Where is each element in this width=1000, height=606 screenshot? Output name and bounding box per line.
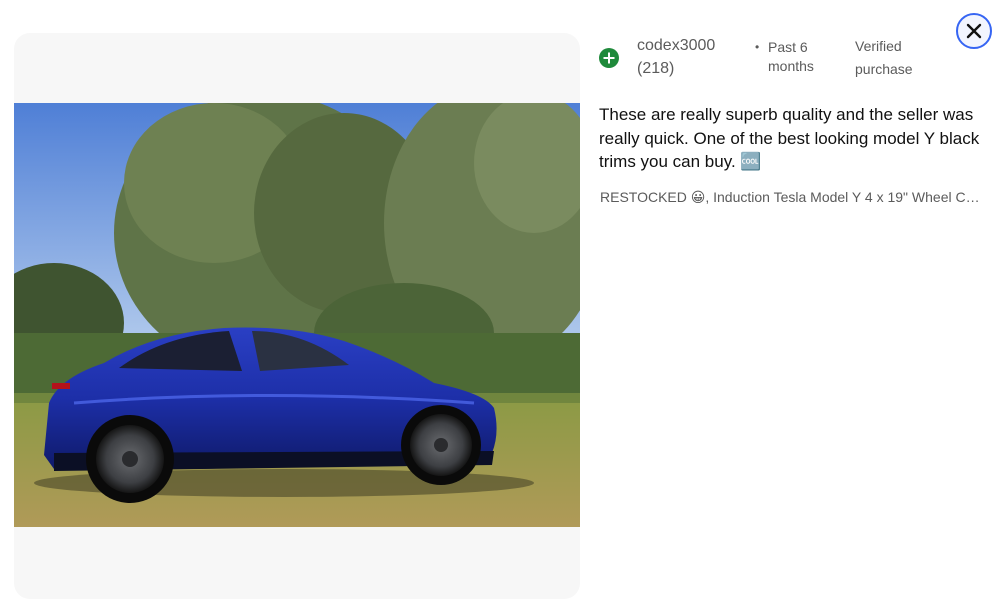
close-icon <box>966 23 982 39</box>
review-time: Past 6 months <box>768 39 814 74</box>
plus-circle-icon <box>599 48 619 68</box>
reviewer-username[interactable]: codex3000 (218) <box>637 34 737 80</box>
product-link[interactable]: RESTOCKED 😀, Induction Tesla Model Y 4 x… <box>600 188 980 206</box>
reviewer-info: codex3000 (218) • Past 6 months Verified… <box>599 34 959 84</box>
review-image-panel <box>14 33 580 599</box>
close-button[interactable] <box>956 13 992 49</box>
verified-purchase-label: Verified purchase <box>855 38 913 77</box>
review-detail-dialog: codex3000 (218) • Past 6 months Verified… <box>0 0 1000 606</box>
review-photo[interactable] <box>14 103 580 527</box>
separator-dot: • <box>755 40 760 54</box>
review-text: These are really superb quality and the … <box>599 105 980 171</box>
